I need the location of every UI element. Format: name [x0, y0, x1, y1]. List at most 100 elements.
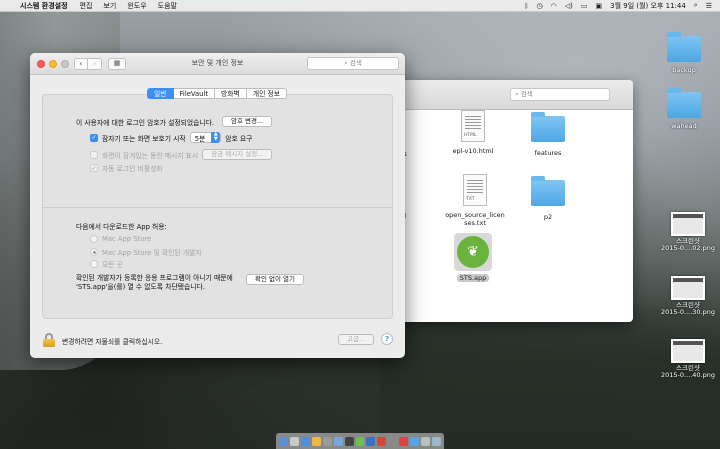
- dock-word-icon[interactable]: [366, 436, 376, 446]
- folder-icon: [531, 112, 565, 142]
- blocked-message-line1: 확인된 개발자가 등록한 응용 프로그램이 아니기 때문에: [76, 274, 233, 282]
- input-source-icon[interactable]: ▣: [596, 2, 603, 10]
- finder-window: ⌕ 검색 s HTML epl-v10.html features ml TXT…: [395, 80, 633, 322]
- lock-icon[interactable]: [43, 333, 55, 347]
- radio-button[interactable]: [90, 235, 98, 243]
- finder-item-p2[interactable]: p2: [508, 174, 588, 221]
- menu-app-name[interactable]: 시스템 환경설정: [20, 1, 68, 11]
- tab-bar: 일반 FileVault 방화벽 개인 정보: [147, 88, 287, 99]
- dock-safari-icon[interactable]: [300, 436, 310, 446]
- radio-button[interactable]: [90, 248, 98, 256]
- radio-anywhere[interactable]: 모든 곳: [90, 259, 123, 269]
- bluetooth-icon[interactable]: ᛒ: [524, 2, 528, 10]
- finder-item-licenses[interactable]: TXT open_source_licenses.txt: [433, 174, 517, 227]
- spotlight-icon[interactable]: ⌕: [694, 1, 698, 10]
- menu-window[interactable]: 윈도우: [127, 1, 146, 11]
- password-set-text: 이 사용자에 대한 로그인 암호가 설정되었습니다.: [76, 118, 215, 127]
- dock-contacts-icon[interactable]: [333, 436, 343, 446]
- section-divider: [42, 207, 393, 208]
- prefs-search-input[interactable]: ⌕ 검색: [307, 57, 399, 70]
- menu-bar: 시스템 환경설정 편집 보기 윈도우 도움말 ᛒ ◷ ◠ ◁) ▭ ▣ 3월 9…: [0, 0, 720, 12]
- desktop-screenshot-2[interactable]: 스크린샷 2015-0....30.png: [656, 276, 720, 316]
- require-password-suffix: 암호 요구: [225, 134, 253, 143]
- text-document-icon: TXT: [463, 174, 487, 206]
- desktop-item-label: 스크린샷 2015-0....30.png: [661, 301, 715, 316]
- select-stepper-icon: ▲ ▼: [211, 132, 221, 143]
- dock-app-store-icon[interactable]: [410, 436, 420, 446]
- radio-mac-app-store[interactable]: Mac App Store: [90, 235, 151, 243]
- finder-item-features[interactable]: features: [508, 110, 588, 157]
- folder-icon: [667, 32, 701, 62]
- finder-item-label: open_source_licenses.txt: [445, 211, 505, 227]
- dock-terminal-icon[interactable]: [344, 436, 354, 446]
- dock-chrome-icon[interactable]: [311, 436, 321, 446]
- require-password-checkbox[interactable]: ✓: [90, 133, 98, 142]
- notification-center-icon[interactable]: ☰: [706, 2, 712, 10]
- radio-identified-developers[interactable]: Mac App Store 및 확인된 개발자: [90, 247, 202, 257]
- image-thumbnail-icon: [671, 212, 705, 236]
- advanced-button[interactable]: 고급...: [338, 334, 375, 345]
- dock-system-preferences-icon[interactable]: [388, 436, 398, 446]
- menu-view[interactable]: 보기: [103, 1, 116, 11]
- finder-item-label: p2: [543, 213, 553, 221]
- desktop-screenshot-1[interactable]: 스크린샷 2015-0....02.png: [656, 212, 720, 252]
- blocked-app-message: 확인된 개발자가 등록한 응용 프로그램이 아니기 때문에 'STS.app'을…: [76, 274, 233, 292]
- desktop-item-label: 스크린샷 2015-0....02.png: [661, 237, 715, 252]
- dock: [276, 433, 444, 449]
- folder-icon: [667, 88, 701, 118]
- desktop-screenshot-3[interactable]: 스크린샷 2015-0....40.png: [656, 339, 720, 379]
- finder-search-input[interactable]: ⌕ 검색: [510, 88, 610, 101]
- dock-filezilla-icon[interactable]: [377, 436, 387, 446]
- require-password-label: 잠자기 또는 화면 보호기 시작: [102, 134, 186, 143]
- menu-edit[interactable]: 편집: [80, 1, 93, 11]
- menu-extras: ᛒ ◷ ◠ ◁) ▭ ▣ 3월 9일 (월) 오후 11:44 ⌕ ☰: [524, 1, 720, 11]
- time-machine-icon[interactable]: ◷: [537, 2, 543, 10]
- desktop-folder-wahead[interactable]: wahead: [652, 88, 716, 130]
- finder-toolbar: ⌕ 검색: [395, 80, 633, 110]
- radio-label: Mac App Store: [102, 235, 152, 243]
- tab-general[interactable]: 일반: [147, 88, 174, 99]
- desktop-item-label: 스크린샷 2015-0....40.png: [661, 364, 715, 379]
- desktop-item-label: wahead: [671, 122, 697, 130]
- folder-icon: [531, 176, 565, 206]
- dock-downloads-folder-icon[interactable]: [421, 436, 431, 446]
- disable-auto-login-checkbox[interactable]: ✓: [90, 164, 98, 172]
- dock-launchpad-icon[interactable]: [289, 436, 299, 446]
- allow-apps-label: 다음에서 다운로드한 App 허용:: [76, 223, 167, 231]
- window-titlebar: ‹ › ▦ 보안 및 개인 정보 ⌕ 검색: [30, 53, 405, 75]
- password-set-row: 이 사용자에 대한 로그인 암호가 설정되었습니다. 암호 변경...: [76, 116, 273, 127]
- finder-item-epl[interactable]: HTML epl-v10.html: [433, 110, 513, 155]
- volume-icon[interactable]: ◁): [565, 2, 573, 10]
- security-privacy-window: ‹ › ▦ 보안 및 개인 정보 ⌕ 검색 일반 FileVault 방화벽 개…: [30, 53, 405, 358]
- dock-itunes-icon[interactable]: [399, 436, 409, 446]
- dock-finder-icon[interactable]: [278, 436, 288, 446]
- dock-trash-icon[interactable]: [432, 436, 442, 446]
- radio-button[interactable]: [90, 260, 98, 268]
- wifi-icon[interactable]: ◠: [551, 2, 557, 10]
- change-password-button[interactable]: 암호 변경...: [222, 116, 273, 127]
- disable-auto-login-label: 자동 로그인 비활성화: [102, 165, 163, 173]
- show-message-checkbox[interactable]: [90, 150, 98, 159]
- dock-mail-icon[interactable]: [322, 436, 332, 446]
- finder-item-label: STS.app: [456, 274, 490, 282]
- radio-label: 모든 곳: [102, 261, 123, 269]
- desktop-folder-backup[interactable]: backup: [652, 32, 716, 74]
- tab-privacy[interactable]: 개인 정보: [246, 88, 287, 99]
- require-password-delay-select[interactable]: 5분 ▲ ▼: [189, 132, 222, 143]
- dock-spring-icon[interactable]: [355, 436, 365, 446]
- allow-apps-heading: 다음에서 다운로드한 App 허용:: [76, 221, 167, 231]
- tab-filevault[interactable]: FileVault: [173, 88, 216, 99]
- set-lock-message-button[interactable]: 잠금 메시지 설정...: [202, 149, 273, 160]
- finder-item-sts-app[interactable]: ❦ STS.app: [433, 233, 513, 282]
- spring-app-icon: ❦: [454, 233, 492, 271]
- lock-hint-text: 변경하려면 자물쇠를 클릭하십시오.: [62, 338, 163, 346]
- open-anyway-button[interactable]: 확인 없이 열기: [246, 274, 305, 285]
- menu-clock[interactable]: 3월 9일 (월) 오후 11:44: [610, 1, 686, 11]
- battery-icon[interactable]: ▭: [581, 2, 588, 10]
- image-thumbnail-icon: [671, 339, 705, 363]
- tab-firewall[interactable]: 방화벽: [215, 88, 247, 99]
- menu-help[interactable]: 도움말: [158, 1, 177, 11]
- finder-item-label: epl-v10.html: [452, 147, 494, 155]
- help-button[interactable]: ?: [381, 333, 393, 345]
- disable-auto-login-row: ✓ 자동 로그인 비활성화: [90, 163, 163, 173]
